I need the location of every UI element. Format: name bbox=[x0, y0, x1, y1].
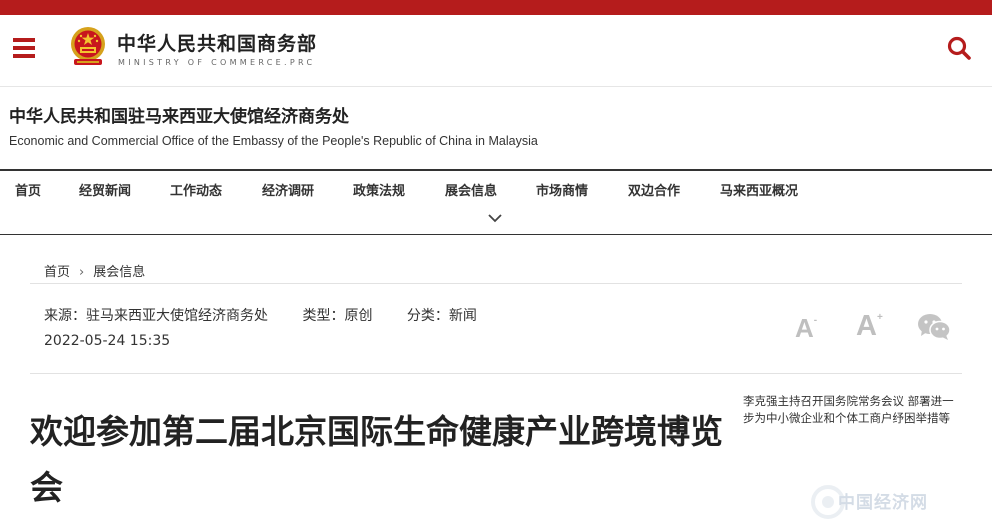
office-name-en: Economic and Commercial Office of the Em… bbox=[9, 134, 538, 148]
article-title: 欢迎参加第二届北京国际生命健康产业跨境博览会 bbox=[30, 412, 723, 507]
nav-item-market-info[interactable]: 市场商情 bbox=[536, 180, 588, 199]
breadcrumb-home[interactable]: 首页 bbox=[44, 265, 70, 280]
nav-item-policies[interactable]: 政策法规 bbox=[353, 180, 405, 199]
search-icon[interactable] bbox=[946, 35, 972, 61]
divider bbox=[30, 373, 962, 374]
meta-type: 类型：原创 bbox=[302, 308, 373, 324]
chevron-right-icon: › bbox=[79, 265, 85, 280]
meta-source: 来源：驻马来西亚大使馆经济商务处 bbox=[44, 308, 268, 324]
related-article-link[interactable]: 李克强主持召开国务院常务会议 部署进一步为中小微企业和个体工商户纾困举措等 bbox=[743, 393, 965, 427]
nav-item-trade-news[interactable]: 经贸新闻 bbox=[79, 180, 131, 199]
meta-category: 分类：新闻 bbox=[406, 308, 477, 324]
nav-item-economic-research[interactable]: 经济调研 bbox=[262, 180, 314, 199]
main-nav: 首页 经贸新闻 工作动态 经济调研 政策法规 展会信息 市场商情 双边合作 马来… bbox=[0, 169, 992, 235]
national-emblem-icon bbox=[71, 27, 105, 65]
nav-item-work-updates[interactable]: 工作动态 bbox=[170, 180, 222, 199]
font-increase-button[interactable]: A+ bbox=[856, 310, 883, 343]
office-name-cn: 中华人民共和国驻马来西亚大使馆经济商务处 bbox=[9, 107, 349, 127]
breadcrumb: 首页 › 展会信息 bbox=[44, 261, 145, 280]
site-name-cn: 中华人民共和国商务部 bbox=[117, 33, 318, 55]
wechat-share-icon[interactable] bbox=[917, 313, 951, 341]
nav-item-malaysia-overview[interactable]: 马来西亚概况 bbox=[720, 180, 798, 199]
article-meta: 来源：驻马来西亚大使馆经济商务处 类型：原创 分类：新闻 bbox=[44, 305, 507, 325]
top-red-bar bbox=[0, 0, 992, 15]
meta-date: 2022-05-24 15:35 bbox=[44, 333, 171, 349]
divider bbox=[30, 283, 962, 284]
office-banner: 中华人民共和国驻马来西亚大使馆经济商务处 Economic and Commer… bbox=[0, 88, 992, 170]
nav-item-exhibitions[interactable]: 展会信息 bbox=[445, 180, 497, 199]
watermark-text: 中国经济网 bbox=[838, 493, 928, 513]
nav-item-home[interactable]: 首页 bbox=[15, 180, 41, 199]
font-decrease-button[interactable]: A- bbox=[795, 313, 817, 344]
nav-item-bilateral[interactable]: 双边合作 bbox=[628, 180, 680, 199]
hamburger-menu-icon[interactable] bbox=[13, 38, 35, 58]
breadcrumb-current[interactable]: 展会信息 bbox=[93, 265, 145, 280]
chevron-down-icon[interactable] bbox=[487, 213, 503, 223]
site-header: 中华人民共和国商务部 MINISTRY OF COMMERCE.PRC bbox=[0, 15, 992, 87]
site-name-en: MINISTRY OF COMMERCE.PRC bbox=[118, 58, 316, 67]
